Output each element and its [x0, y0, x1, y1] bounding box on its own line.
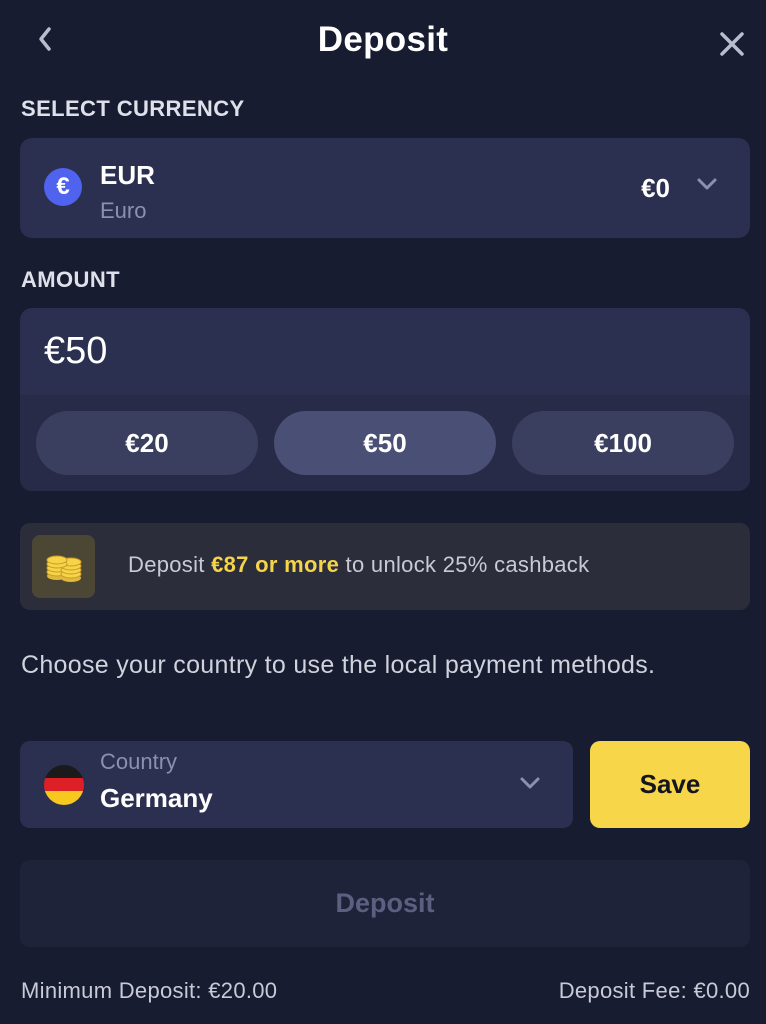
- country-field-label: Country: [100, 749, 178, 774]
- currency-balance: €0: [641, 173, 670, 203]
- country-value: Germany: [100, 783, 213, 813]
- amount-presets: €20 €50 €100: [20, 395, 750, 491]
- preset-50-button[interactable]: €50: [274, 411, 496, 475]
- amount-label: AMOUNT: [21, 267, 120, 292]
- chevron-down-icon: [697, 178, 717, 190]
- page-title: Deposit: [317, 20, 449, 59]
- chevron-down-icon: [520, 777, 540, 789]
- euro-icon: €: [44, 168, 82, 206]
- coins-icon-tile: [32, 535, 95, 598]
- promo-highlight: €87 or more: [211, 552, 340, 577]
- currency-code: EUR: [100, 160, 155, 190]
- preset-20-button[interactable]: €20: [36, 411, 258, 475]
- currency-name: Euro: [100, 198, 147, 223]
- cashback-promo-banner: Deposit €87 or more to unlock 25% cashba…: [20, 523, 750, 610]
- deposit-button[interactable]: Deposit: [20, 860, 750, 947]
- country-note: Choose your country to use the local pay…: [21, 651, 656, 679]
- coins-icon: [46, 555, 81, 582]
- select-currency-label: SELECT CURRENCY: [21, 96, 245, 121]
- promo-prefix: Deposit: [128, 552, 212, 577]
- germany-flag-icon: [44, 765, 84, 805]
- amount-panel: €20 €50 €100: [20, 308, 750, 491]
- promo-suffix: to unlock 25% cashback: [339, 552, 590, 577]
- minimum-deposit-text: Minimum Deposit: €20.00: [21, 978, 278, 1003]
- header: Deposit: [0, 0, 766, 88]
- close-button[interactable]: [712, 24, 752, 64]
- country-selector[interactable]: Country Germany: [20, 741, 573, 828]
- save-button[interactable]: Save: [590, 741, 750, 828]
- currency-selector[interactable]: € EUR Euro €0: [20, 138, 750, 238]
- preset-100-button[interactable]: €100: [512, 411, 734, 475]
- amount-input[interactable]: [20, 308, 750, 395]
- deposit-fee-text: Deposit Fee: €0.00: [558, 978, 750, 1003]
- promo-text: Deposit €87 or more to unlock 25% cashba…: [128, 552, 589, 578]
- close-icon: [720, 32, 744, 56]
